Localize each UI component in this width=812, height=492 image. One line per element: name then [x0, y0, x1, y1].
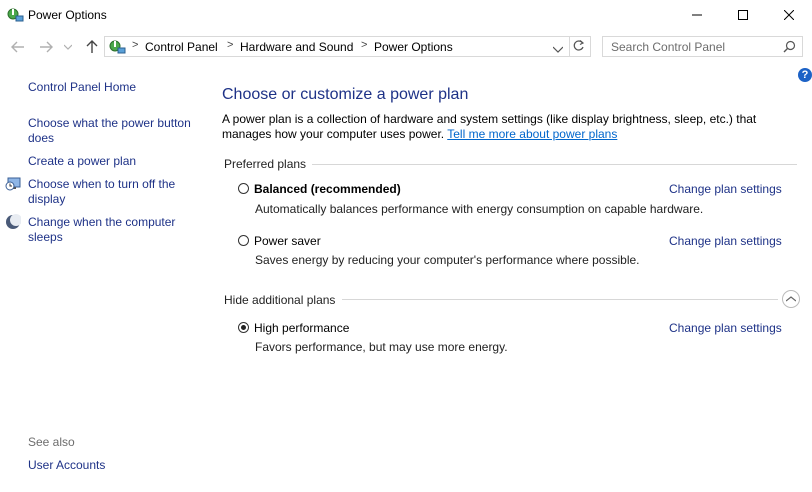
address-dropdown-button[interactable]	[552, 42, 565, 53]
change-plan-settings-high-performance[interactable]: Change plan settings	[669, 321, 782, 335]
sidebar-item-display-off[interactable]: Choose when to turn off the display	[28, 177, 208, 207]
chevron-down-icon	[552, 46, 564, 53]
recent-locations-button[interactable]	[62, 38, 74, 56]
back-arrow-icon	[11, 41, 24, 53]
plan-radio-balanced[interactable]	[238, 183, 249, 194]
change-plan-settings-balanced[interactable]: Change plan settings	[669, 182, 782, 196]
page-title: Choose or customize a power plan	[222, 86, 469, 103]
plan-name-high-performance[interactable]: High performance	[254, 321, 349, 335]
section-divider	[312, 164, 797, 165]
hide-additional-plans-label[interactable]: Hide additional plans	[224, 293, 335, 307]
chevron-down-icon	[64, 44, 72, 50]
search-placeholder: Search Control Panel	[611, 40, 726, 54]
refresh-button[interactable]	[572, 39, 587, 54]
sidebar-item-sleep[interactable]: Change when the computer sleeps	[28, 215, 198, 245]
plan-name-power-saver[interactable]: Power saver	[254, 234, 321, 248]
help-icon[interactable]: ?	[798, 68, 812, 82]
plan-description-power-saver: Saves energy by reducing your computer's…	[255, 253, 640, 267]
see-also-label: See also	[28, 435, 75, 449]
power-options-icon	[109, 40, 126, 54]
plan-description-balanced: Automatically balances performance with …	[255, 202, 704, 216]
minimize-button[interactable]	[674, 0, 720, 30]
breadcrumb-hardware-and-sound[interactable]: Hardware and Sound	[240, 40, 353, 54]
search-icon[interactable]	[783, 40, 796, 53]
refresh-icon	[573, 40, 585, 51]
preferred-plans-label: Preferred plans	[224, 157, 307, 171]
forward-button[interactable]	[36, 38, 56, 56]
forward-arrow-icon	[40, 41, 53, 53]
sleep-moon-icon	[6, 214, 21, 229]
up-arrow-icon	[86, 40, 98, 53]
address-divider	[569, 37, 570, 56]
breadcrumb-control-panel[interactable]: Control Panel	[145, 40, 218, 54]
back-button[interactable]	[8, 38, 28, 56]
control-panel-home-link[interactable]: Control Panel Home	[28, 80, 136, 95]
maximize-icon	[738, 10, 748, 20]
section-divider	[342, 299, 778, 300]
plan-description-high-performance: Favors performance, but may use more ene…	[255, 340, 508, 354]
learn-more-link[interactable]: Tell me more about power plans	[447, 127, 617, 141]
search-box[interactable]: Search Control Panel	[602, 36, 803, 57]
minimize-icon	[692, 14, 702, 16]
breadcrumb-separator: >	[361, 39, 368, 51]
sidebar-item-power-button[interactable]: Choose what the power button does	[28, 116, 208, 146]
breadcrumb-separator: >	[227, 39, 234, 51]
page-description: A power plan is a collection of hardware…	[222, 112, 757, 141]
collapse-button[interactable]	[782, 290, 800, 308]
display-icon	[5, 177, 21, 191]
address-bar[interactable]: > Control Panel > Hardware and Sound > P…	[104, 36, 591, 57]
plan-radio-power-saver[interactable]	[238, 235, 249, 246]
window-title: Power Options	[28, 8, 107, 22]
change-plan-settings-power-saver[interactable]: Change plan settings	[669, 234, 782, 248]
sidebar-item-create-plan[interactable]: Create a power plan	[28, 154, 136, 169]
breadcrumb-power-options[interactable]: Power Options	[374, 40, 453, 54]
title-bar: Power Options	[0, 0, 812, 30]
chevron-up-icon	[786, 296, 796, 302]
plan-radio-high-performance[interactable]	[238, 322, 249, 333]
user-accounts-link[interactable]: User Accounts	[28, 458, 105, 473]
maximize-button[interactable]	[720, 0, 766, 30]
close-icon	[784, 10, 794, 20]
close-button[interactable]	[766, 0, 812, 30]
plan-name-balanced[interactable]: Balanced (recommended)	[254, 182, 401, 196]
power-options-icon	[7, 8, 24, 22]
breadcrumb-separator: >	[132, 39, 139, 51]
up-button[interactable]	[82, 38, 102, 56]
